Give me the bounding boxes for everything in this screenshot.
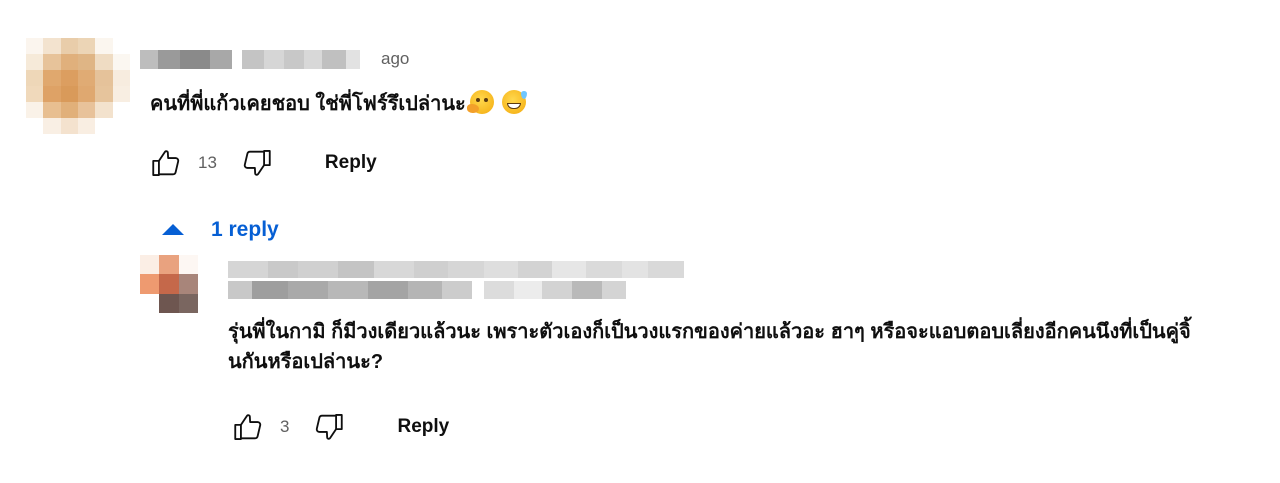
comment-action-bar: 13 Reply: [146, 143, 377, 183]
reply-like-count: 3: [280, 417, 290, 436]
reply-text: รุ่นพี่ในกามิ ก็มีวงเดียวแล้วนะ เพราะตัว…: [228, 321, 1191, 373]
commenter-avatar[interactable]: [26, 38, 130, 134]
thumbs-up-outline-icon: [234, 414, 262, 440]
like-button[interactable]: [146, 143, 186, 183]
reply-reply-button[interactable]: Reply: [397, 415, 449, 439]
comment-timestamp[interactable]: ago: [381, 48, 409, 70]
reply-button[interactable]: Reply: [325, 151, 377, 175]
comment-body: คนที่พี่แก้วเคยชอบ ใช่พี่โฟร์รึเปล่านะ: [150, 93, 466, 115]
reply-like-button[interactable]: [228, 407, 268, 447]
reply-dislike-button[interactable]: [309, 407, 349, 447]
dislike-button[interactable]: [237, 143, 277, 183]
commenter-username-blurred[interactable]: [140, 50, 360, 69]
replies-count-label: 1 reply: [211, 218, 279, 241]
thinking-face-emoji-icon: [466, 90, 494, 114]
grinning-sweat-emoji-icon: [501, 90, 527, 114]
caret-up-icon: [162, 223, 184, 235]
replies-toggle-button[interactable]: 1 reply: [162, 215, 279, 245]
reply-timestamp-blurred[interactable]: [228, 281, 626, 299]
reply-action-bar: 3 Reply: [228, 407, 449, 447]
thumbs-down-outline-icon: [243, 150, 271, 176]
comment-text: คนที่พี่แก้วเคยชอบ ใช่พี่โฟร์รึเปล่านะ: [150, 89, 527, 119]
like-count: 13: [198, 153, 217, 172]
reply-username-blurred[interactable]: [228, 261, 684, 278]
thumbs-down-outline-icon: [316, 414, 344, 440]
thumbs-up-outline-icon: [152, 150, 180, 176]
reply-avatar[interactable]: [140, 255, 198, 313]
